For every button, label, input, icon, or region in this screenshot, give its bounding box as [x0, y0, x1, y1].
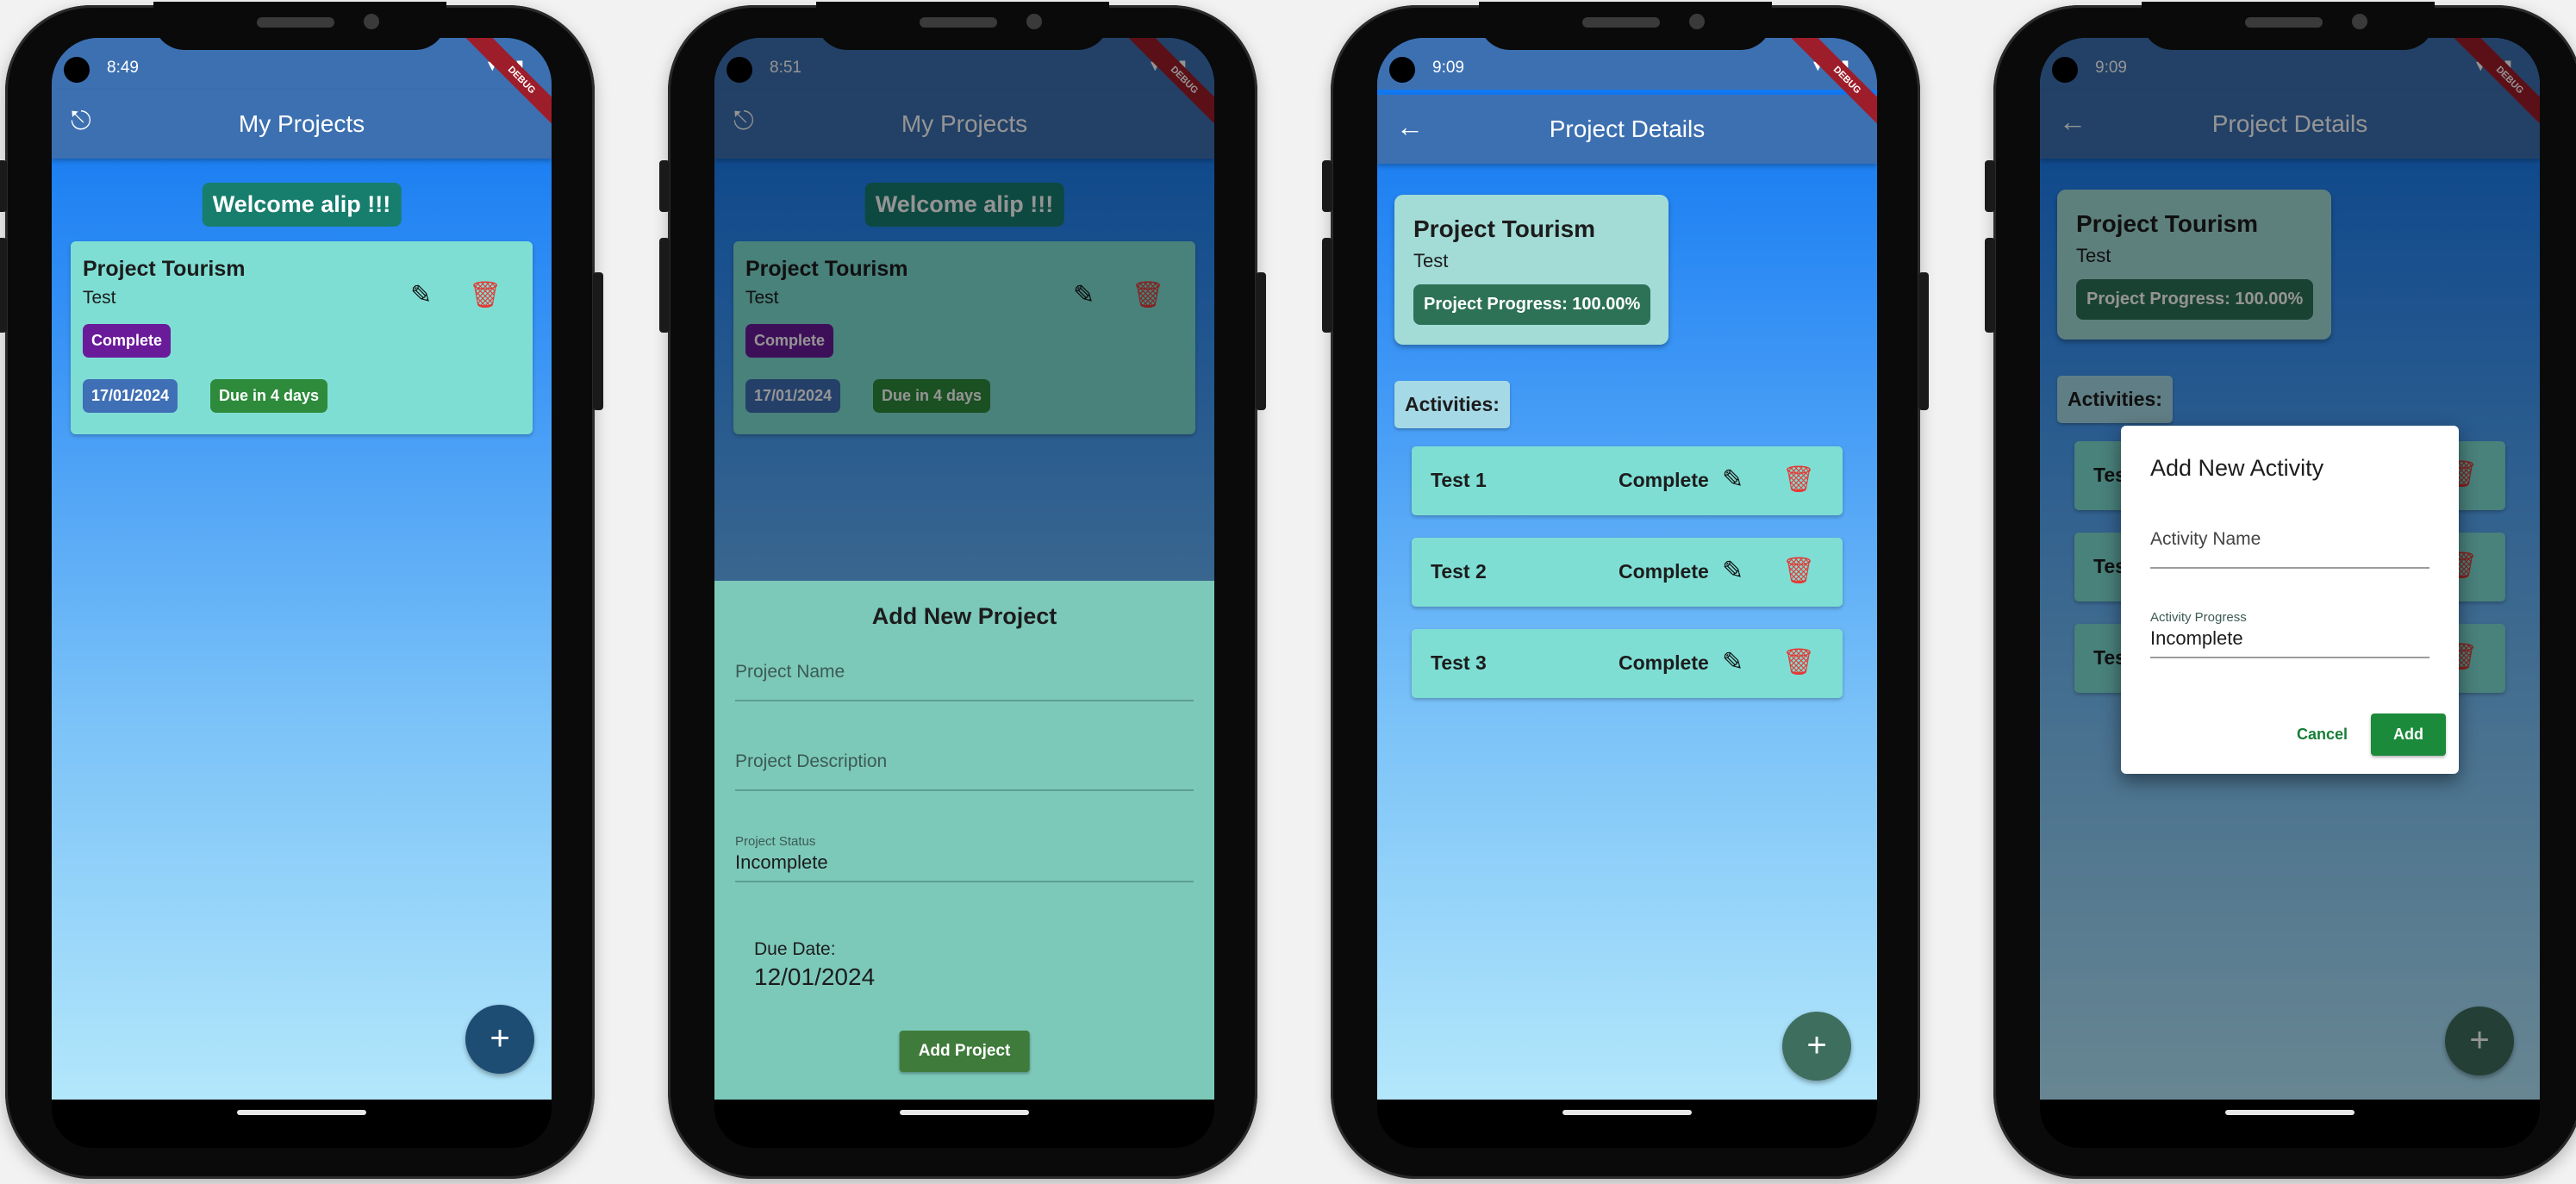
delete-icon[interactable]: 🗑	[1782, 467, 1815, 493]
app-bar: ← Project Details	[1377, 95, 1877, 164]
phone-frame-add-project: 8:51 ▼◢▮ DEBUG ⎋ My Projects Welcome ali…	[659, 2, 1266, 1179]
activity-progress-value: Incomplete	[2150, 627, 2243, 649]
power-button	[593, 272, 603, 410]
project-progress-badge: Project Progress: 100.00%	[1413, 284, 1651, 325]
project-description: Test	[1413, 250, 1449, 271]
project-description: Test	[83, 288, 116, 308]
delete-icon[interactable]: 🗑	[1782, 650, 1815, 676]
add-project-sheet: Add New Project Project Name Project Des…	[714, 581, 1214, 1100]
screen: 8:49 ▼◢▮ DEBUG ⎋ My Projects Welcome ali…	[52, 38, 552, 1100]
app-bar: ⎋ My Projects	[52, 90, 552, 159]
activity-name-field[interactable]: Activity Name	[2150, 520, 2429, 569]
status-chip: Complete	[83, 324, 172, 358]
screen: 9:09 ▼◢▮ DEBUG ← Project Details Project…	[2040, 38, 2540, 1100]
due-date-value[interactable]: 12/01/2024	[754, 963, 875, 991]
project-name-field[interactable]: Project Name	[735, 653, 1194, 701]
activity-name: Test 3	[1431, 651, 1487, 674]
home-indicator[interactable]	[237, 1110, 366, 1115]
activity-progress-field[interactable]: Activity Progress Incomplete	[2150, 610, 2429, 658]
page-title: My Projects	[238, 110, 365, 137]
gesture-bar	[52, 1100, 552, 1148]
project-name: Project Tourism	[1413, 215, 1596, 242]
dialog-title: Add New Activity	[2150, 455, 2324, 481]
project-status-label: Project Status	[735, 834, 816, 849]
edit-icon[interactable]: ✎	[1722, 467, 1743, 493]
side-button	[1322, 160, 1332, 212]
side-button	[1985, 238, 1995, 333]
activity-progress-label: Activity Progress	[2150, 610, 2247, 625]
home-indicator[interactable]	[2225, 1110, 2355, 1115]
notch	[1479, 2, 1772, 50]
side-button	[1985, 160, 1995, 212]
delete-icon[interactable]: 🗑	[1782, 558, 1815, 584]
home-indicator[interactable]	[900, 1110, 1029, 1115]
edit-icon[interactable]: ✎	[410, 283, 432, 308]
power-button	[1918, 272, 1929, 410]
gesture-bar	[714, 1100, 1214, 1148]
activity-name: Test 2	[1431, 560, 1487, 583]
status-time: 8:49	[107, 59, 139, 77]
home-indicator[interactable]	[1562, 1110, 1692, 1115]
screen: 8:51 ▼◢▮ DEBUG ⎋ My Projects Welcome ali…	[714, 38, 1214, 1100]
notch	[2142, 2, 2435, 50]
project-description-field[interactable]: Project Description	[735, 743, 1194, 791]
project-card[interactable]: Project Tourism Test ✎ 🗑 Complete 17/01/…	[71, 241, 533, 434]
page-title: Project Details	[1549, 115, 1706, 142]
power-button	[1256, 272, 1266, 410]
add-activity-fab[interactable]: +	[1782, 1012, 1851, 1081]
activity-status: Complete	[1619, 469, 1709, 491]
date-chip: 17/01/2024	[83, 379, 178, 413]
camera-punch-hole	[64, 57, 90, 83]
status-time: 9:09	[1432, 59, 1464, 77]
add-project-button[interactable]: Add Project	[899, 1031, 1030, 1072]
edit-icon[interactable]: ✎	[1722, 558, 1743, 584]
activity-status: Complete	[1619, 560, 1709, 583]
cancel-button[interactable]: Cancel	[2297, 726, 2348, 744]
add-button[interactable]: Add	[2371, 714, 2446, 756]
activity-status: Complete	[1619, 651, 1709, 674]
edit-icon[interactable]: ✎	[1722, 650, 1743, 676]
activity-row[interactable]: Test 1 Complete ✎ 🗑	[1412, 446, 1843, 515]
sheet-title: Add New Project	[871, 603, 1057, 629]
project-name-placeholder: Project Name	[735, 662, 845, 682]
project-name: Project Tourism	[83, 257, 246, 281]
activity-name-placeholder: Activity Name	[2150, 529, 2261, 549]
project-status-value: Incomplete	[735, 851, 828, 873]
add-project-fab[interactable]: +	[465, 1005, 534, 1074]
notch	[153, 2, 446, 50]
phone-frame-my-projects: 8:49 ▼◢▮ DEBUG ⎋ My Projects Welcome ali…	[0, 2, 603, 1179]
project-status-field[interactable]: Project Status Incomplete	[735, 834, 1194, 882]
camera-punch-hole	[1389, 57, 1415, 83]
side-button	[0, 160, 7, 212]
project-description-placeholder: Project Description	[735, 751, 888, 771]
activity-name: Test 1	[1431, 469, 1487, 491]
activity-row[interactable]: Test 3 Complete ✎ 🗑	[1412, 629, 1843, 698]
gesture-bar	[1377, 1100, 1877, 1148]
welcome-banner: Welcome alip !!!	[202, 183, 402, 227]
side-button	[659, 238, 670, 333]
phone-frame-project-details: 9:09 ▼◢▮ DEBUG ← Project Details Project…	[1322, 2, 1929, 1179]
gesture-bar	[2040, 1100, 2540, 1148]
screen: 9:09 ▼◢▮ DEBUG ← Project Details Project…	[1377, 38, 1877, 1100]
delete-icon[interactable]: 🗑	[469, 283, 502, 308]
side-button	[0, 238, 7, 333]
due-chip: Due in 4 days	[210, 379, 328, 413]
add-activity-dialog: Add New Activity Activity Name Activity …	[2121, 426, 2459, 774]
side-button	[1322, 238, 1332, 333]
activity-row[interactable]: Test 2 Complete ✎ 🗑	[1412, 538, 1843, 607]
activities-label: Activities:	[1394, 381, 1510, 428]
notch	[816, 2, 1109, 50]
modal-scrim[interactable]	[714, 38, 1214, 581]
due-date-label: Due Date:	[754, 939, 836, 959]
project-summary-card: Project Tourism Test Project Progress: 1…	[1394, 195, 1668, 345]
side-button	[659, 160, 670, 212]
phone-frame-add-activity: 9:09 ▼◢▮ DEBUG ← Project Details Project…	[1985, 2, 2576, 1179]
